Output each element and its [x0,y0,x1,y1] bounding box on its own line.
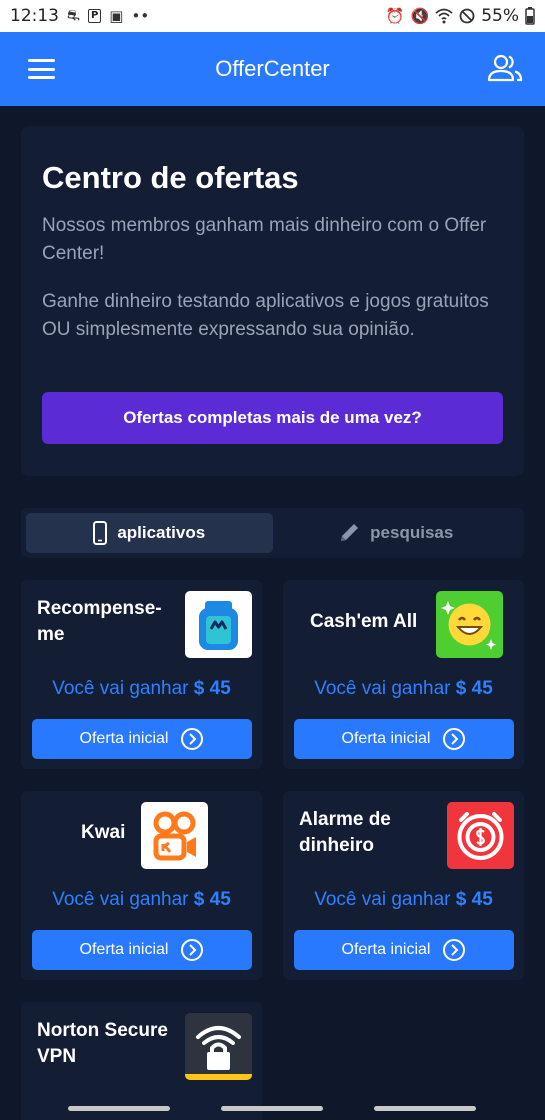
battery-icon [525,7,535,25]
reward-text: Você vai ganhar $ 45 [314,889,493,910]
bike-icon: ⛐ [67,6,80,24]
hamburger-menu-icon[interactable] [28,59,55,79]
offer-card: Recompense-me Você vai ganhar $ 45 Ofert… [21,580,262,769]
start-offer-button[interactable]: Oferta inicial [32,930,252,970]
wifi-lock-icon [185,1013,252,1080]
tab-apps-label: aplicativos [117,523,206,542]
offer-center-intro-card: Centro de ofertas Nossos membros ganham … [21,126,524,476]
start-offer-button[interactable]: Oferta inicial [294,930,514,970]
start-offer-label: Oferta inicial [341,730,431,747]
offer-name: Cash'em All [310,611,418,632]
offer-name: Recompense-me [37,598,162,645]
chevron-right-circle-icon [181,939,204,961]
offer-name: Kwai [81,822,126,843]
battery-level: 55% [481,6,519,26]
kwai-logo-icon [141,802,208,869]
page-title: Centro de ofertas [42,160,299,195]
chevron-right-circle-icon [443,939,466,961]
alarm-icon: ⏰ [385,7,405,25]
intro-description: Ganhe dinheiro testando aplicativos e jo… [42,291,489,340]
backpack-icon [185,591,252,658]
reward-text: Você vai ganhar $ 45 [314,678,493,699]
start-offer-label: Oferta inicial [79,730,169,747]
reward-text: Você vai ganhar $ 45 [52,889,231,910]
do-not-disturb-icon [459,8,475,24]
smiley-icon [436,591,503,658]
offer-card: Kwai Você vai ganhar $ 45 Oferta inicial [21,791,262,980]
offer-card: Cash'em All Você vai ganhar $ 45 Oferta … [283,580,524,769]
start-offer-button[interactable]: Oferta inicial [294,719,514,759]
status-time: 12:13 [10,6,59,26]
chevron-right-circle-icon [443,728,466,750]
app-title: OfferCenter [215,56,330,81]
offer-name: Alarme de dinheiro [299,809,391,856]
users-icon[interactable] [487,52,523,84]
nav-bar-recents[interactable] [68,1106,170,1111]
reward-text: Você vai ganhar $ 45 [52,678,231,699]
intro-text: Nossos membros ganham mais dinheiro com … [42,215,487,264]
offer-card: Norton Secure VPN [21,1002,262,1120]
category-tabs: aplicativos pesquisas [21,508,524,558]
offer-card: Alarme de dinheiro Você vai ganhar $ 45 … [283,791,524,980]
wifi-icon [435,8,453,24]
start-offer-button[interactable]: Oferta inicial [32,719,252,759]
app-bar: OfferCenter [0,32,545,106]
offer-name: Norton Secure VPN [37,1020,168,1067]
start-offer-label: Oferta inicial [79,941,169,958]
more-notifications-icon: •• [131,7,150,25]
phone-icon [93,521,108,545]
bag-icon: ▣ [109,7,124,25]
mute-icon: 🔇 [410,7,430,25]
pencil-icon [341,524,359,541]
tab-apps[interactable]: aplicativos [26,513,273,553]
tab-surveys-label: pesquisas [370,523,454,542]
parking-icon: P [87,9,102,23]
start-offer-label: Oferta inicial [341,941,431,958]
chevron-right-circle-icon [181,728,204,750]
nav-bar-back[interactable] [374,1106,476,1111]
nav-bar-home[interactable] [221,1106,323,1111]
alarm-money-icon [447,802,514,869]
status-bar: 12:13 ⛐ P ▣ •• ⏰ 🔇 55% [0,0,545,32]
tab-surveys[interactable]: pesquisas [273,513,520,553]
repeat-offers-button[interactable]: Ofertas completas mais de uma vez? [42,392,503,444]
